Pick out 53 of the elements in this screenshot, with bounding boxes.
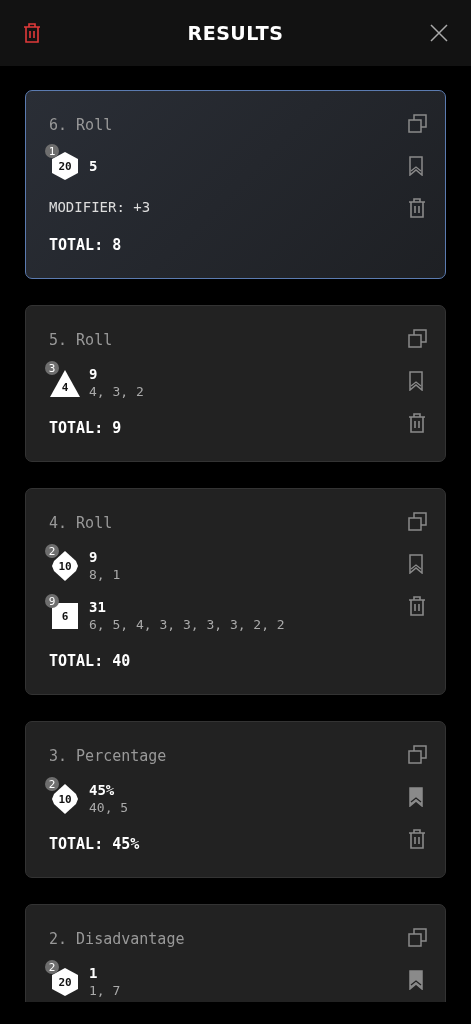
result-card[interactable]: 6. Roll 20 1 5 MODIFIER: +3 TOTAL: 8 <box>25 90 446 279</box>
roll-result: 31 <box>89 598 107 616</box>
bookmark-icon[interactable] <box>408 970 424 990</box>
copy-icon[interactable] <box>408 512 428 532</box>
result-card[interactable]: 5. Roll 4 3 9 4, 3, 2 TOTAL: 9 <box>25 305 446 462</box>
count-badge: 2 <box>45 777 59 791</box>
total-text: TOTAL: 45% <box>49 834 141 855</box>
copy-icon[interactable] <box>408 928 428 948</box>
roll-detail: 6, 5, 4, 3, 3, 3, 3, 2, 2 <box>89 616 285 634</box>
total-text: TOTAL: 8 <box>49 235 123 256</box>
die-sides: 4 <box>61 382 69 394</box>
copy-icon[interactable] <box>408 329 428 349</box>
result-title: 3. Percentage <box>49 746 167 767</box>
bookmark-icon[interactable] <box>408 371 424 391</box>
roll-result: 9 <box>89 365 99 383</box>
total-text: TOTAL: 40 <box>49 651 132 672</box>
trash-icon[interactable] <box>408 413 426 433</box>
result-card[interactable]: 3. Percentage 10 2 45% 40, 5 TOTAL: 45% <box>25 721 446 878</box>
copy-icon[interactable] <box>408 114 428 134</box>
bookmark-icon[interactable] <box>408 554 424 574</box>
roll-detail: 8, 1 <box>89 566 121 584</box>
roll-result: 45% <box>89 781 116 799</box>
count-badge: 3 <box>45 361 59 375</box>
result-title: 4. Roll <box>49 513 114 534</box>
roll-result: 9 <box>89 548 99 566</box>
copy-icon[interactable] <box>408 745 428 765</box>
result-title: 6. Roll <box>49 115 114 136</box>
count-badge: 9 <box>45 594 59 608</box>
roll-result: 5 <box>89 157 98 175</box>
result-title: 5. Roll <box>49 330 114 351</box>
roll-detail: 1, 7 <box>89 982 121 1000</box>
result-title: 2. Disadvantage <box>49 929 185 950</box>
bookmark-icon[interactable] <box>408 156 424 176</box>
die-sides: 20 <box>58 161 72 173</box>
trash-icon[interactable] <box>408 829 426 849</box>
trash-icon[interactable] <box>408 198 426 218</box>
die-sides: 10 <box>58 561 72 573</box>
roll-detail: 4, 3, 2 <box>89 383 144 401</box>
roll-result: 1 <box>89 964 99 982</box>
total-text: TOTAL: 9 <box>49 418 123 439</box>
trash-icon[interactable] <box>408 596 426 616</box>
count-badge: 1 <box>45 144 59 158</box>
modifier-text: MODIFIER: +3 <box>49 198 151 217</box>
die-sides: 6 <box>61 611 69 623</box>
count-badge: 2 <box>45 544 59 558</box>
result-card[interactable]: 2. Disadvantage 20 2 1 1, 7 <box>25 904 446 1002</box>
count-badge: 2 <box>45 960 59 974</box>
roll-detail: 40, 5 <box>89 799 129 817</box>
result-card[interactable]: 4. Roll 10 2 9 8, 1 6 9 31 6, 5, 4, 3, 3, 3, 3, 2, 2 TOTAL: 40 <box>25 488 446 695</box>
die-sides: 20 <box>58 977 72 989</box>
page-title: RESULTS <box>187 22 284 44</box>
bookmark-icon[interactable] <box>408 787 424 807</box>
die-sides: 10 <box>58 794 72 806</box>
